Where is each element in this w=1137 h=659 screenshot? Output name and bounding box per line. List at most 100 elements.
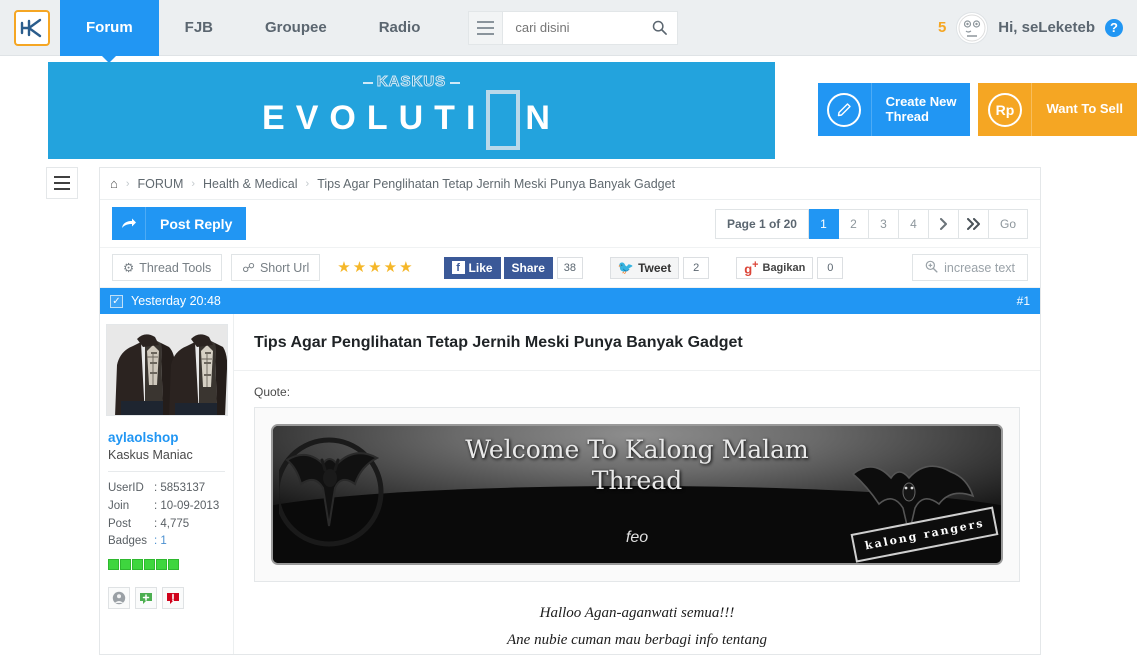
short-url-button[interactable]: ☍ Short Url xyxy=(231,254,321,281)
pagination-page-1[interactable]: 1 xyxy=(808,208,839,239)
add-reputation-icon[interactable] xyxy=(135,587,157,610)
post-user-stats: UserID : 5853137 Join : 10-09-2013 Post … xyxy=(108,480,233,551)
notification-count[interactable]: 5 xyxy=(938,19,946,36)
short-url-label: Short Url xyxy=(259,260,310,275)
hamburger-icon[interactable] xyxy=(468,10,503,45)
search-button[interactable] xyxy=(642,10,679,45)
post-reply-label: Post Reply xyxy=(160,215,233,232)
pagination-last-icon[interactable] xyxy=(958,208,989,239)
want-to-sell-label: Want To Sell xyxy=(1046,101,1123,117)
quote-label: Quote: xyxy=(254,385,291,399)
create-thread-label-line2: Thread xyxy=(885,108,929,124)
kalong-banner-image[interactable]: Welcome To Kalong Malam Thread feo kalon… xyxy=(271,424,1003,565)
reputation-block xyxy=(120,559,131,571)
pagination: Page 1 of 20 1 2 3 4 Go xyxy=(714,208,1028,239)
breadcrumb-separator: › xyxy=(305,177,310,190)
link-icon: ☍ xyxy=(242,261,255,275)
breadcrumb-item-thread: Tips Agar Penglihatan Tetap Jernih Meski… xyxy=(317,176,676,191)
post-number[interactable]: #1 xyxy=(1017,294,1030,308)
google-plus-share-button[interactable]: g+ Bagikan xyxy=(736,256,814,279)
nav-item-forum[interactable]: Forum xyxy=(60,0,159,63)
nav-item-groupee[interactable]: Groupee xyxy=(239,0,353,56)
nav-item-radio[interactable]: Radio xyxy=(353,0,447,56)
divider xyxy=(108,471,225,472)
quote-box: Welcome To Kalong Malam Thread feo kalon… xyxy=(254,407,1020,582)
create-new-thread-button[interactable]: Create New Thread xyxy=(817,83,971,136)
main-nav-items: Forum FJB Groupee Radio xyxy=(60,0,447,63)
create-thread-label-wrap: Create New Thread xyxy=(872,83,971,136)
thread-rating[interactable]: ★ ★ ★ ★ ★ xyxy=(337,260,412,275)
post-username[interactable]: aylaolshop xyxy=(108,430,233,445)
pagination-page-4[interactable]: 4 xyxy=(898,208,929,239)
profile-icon[interactable] xyxy=(108,587,130,610)
reputation-block xyxy=(168,559,179,571)
hamburger-bar xyxy=(54,176,70,178)
star-icon: ★ xyxy=(337,259,351,276)
avatar[interactable] xyxy=(956,11,989,44)
evolution-banner-inner: KASKUS EVOLUTI N xyxy=(48,62,775,159)
kaskus-logo[interactable] xyxy=(14,9,50,46)
facebook-like-label: Like xyxy=(468,260,493,275)
user-greeting[interactable]: Hi, seLeketeb xyxy=(998,19,1095,36)
reply-arrow-icon xyxy=(112,207,146,240)
banner-title-part2: N xyxy=(525,98,561,137)
reputation-block xyxy=(156,559,167,571)
report-post-icon[interactable] xyxy=(162,587,184,610)
checkbox-checked-icon[interactable]: ✓ xyxy=(110,294,123,308)
want-to-sell-button[interactable]: Rp Want To Sell xyxy=(978,83,1137,136)
post-content-column: Tips Agar Penglihatan Tetap Jernih Meski… xyxy=(234,314,1040,654)
search-area xyxy=(468,10,679,45)
nav-item-fjb-label: FJB xyxy=(184,19,214,36)
stat-value-badges[interactable]: : 1 xyxy=(154,533,167,551)
stat-row-post: Post : 4,775 xyxy=(108,516,233,534)
breadcrumb-item-category[interactable]: Health & Medical xyxy=(203,177,298,191)
pagination-go-button[interactable]: Go xyxy=(988,208,1028,239)
action-buttons: Create New Thread Rp Want To Sell xyxy=(817,83,1137,136)
search-field-wrap xyxy=(502,10,643,45)
home-icon[interactable]: ⌂ xyxy=(110,176,118,191)
post-content: Quote: Welcome To Kalong Malam Thread fe… xyxy=(234,371,1040,654)
reputation-bar xyxy=(108,559,233,571)
help-icon[interactable]: ? xyxy=(1105,18,1123,37)
twitter-tweet-count: 2 xyxy=(683,256,710,279)
twitter-icon: 🐦 xyxy=(617,259,635,275)
create-thread-label-line1: Create New xyxy=(885,93,957,109)
kalong-banner-text: Welcome To Kalong Malam Thread xyxy=(273,434,1001,497)
star-icon: ★ xyxy=(383,259,398,276)
sidebar-toggle-button[interactable] xyxy=(46,167,78,199)
nav-item-fjb[interactable]: FJB xyxy=(159,0,239,56)
facebook-like-button[interactable]: f Like xyxy=(443,256,501,279)
hamburger-bar xyxy=(54,188,70,190)
increase-text-button[interactable]: increase text xyxy=(912,254,1028,281)
pagination-next-icon[interactable] xyxy=(928,208,959,239)
gear-icon: ⚙ xyxy=(123,261,135,275)
star-icon: ★ xyxy=(352,259,367,276)
hamburger-bar xyxy=(54,182,70,184)
facebook-share-button[interactable]: Share xyxy=(503,256,553,279)
stat-key-userid: UserID xyxy=(108,482,144,494)
post-text-body: Halloo Agan-aganwati semua!!! Ane nubie … xyxy=(254,582,1020,654)
stat-value-userid: : 5853137 xyxy=(154,482,206,494)
stat-row-badges: Badges : 1 xyxy=(108,533,233,551)
post-user-column: aylaolshop Kaskus Maniac UserID : 585313… xyxy=(100,314,234,654)
facebook-share-group: f Like Share 38 xyxy=(443,256,583,279)
breadcrumb-item-forum[interactable]: FORUM xyxy=(138,177,184,191)
twitter-tweet-button[interactable]: 🐦 Tweet xyxy=(609,256,680,279)
nav-item-forum-label: Forum xyxy=(86,19,133,36)
top-navigation-bar: Forum FJB Groupee Radio cari disini 5 Hi… xyxy=(0,0,1137,63)
facebook-share-count: 38 xyxy=(556,256,583,279)
post-reply-button[interactable]: Post Reply xyxy=(112,207,247,240)
stat-key-join: Join xyxy=(108,499,130,512)
hamburger-bar xyxy=(477,32,495,35)
pagination-page-3[interactable]: 3 xyxy=(868,208,899,239)
star-icon: ★ xyxy=(399,259,413,276)
pagination-page-2[interactable]: 2 xyxy=(838,208,869,239)
rupiah-icon: Rp xyxy=(987,92,1022,127)
user-avatar-image[interactable] xyxy=(105,324,228,416)
post-text-line-1: Halloo Agan-aganwati semua!!! xyxy=(539,605,735,621)
evolution-banner[interactable]: KASKUS EVOLUTI N xyxy=(48,62,775,159)
post-user-actions xyxy=(108,587,233,610)
search-input[interactable] xyxy=(515,20,636,35)
thread-tools-button[interactable]: ⚙ Thread Tools xyxy=(112,254,223,281)
post-text-line-2: Ane nubie cuman mau berbagi info tentang xyxy=(507,632,767,648)
